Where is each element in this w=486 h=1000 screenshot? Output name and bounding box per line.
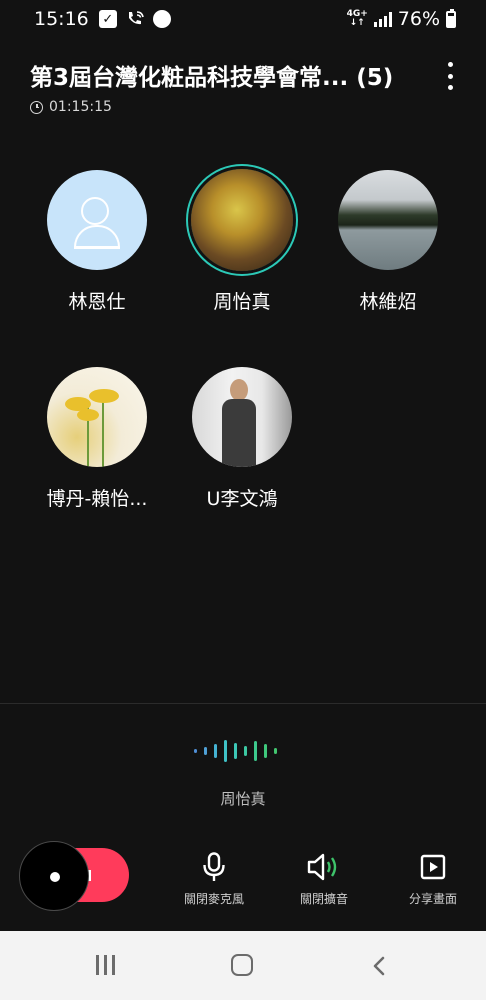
participant-tile[interactable]: U李文鴻	[177, 367, 307, 511]
participant-name: U李文鴻	[206, 488, 278, 510]
participant-avatar	[191, 169, 293, 271]
share-screen-icon	[420, 854, 446, 880]
back-icon[interactable]	[372, 956, 386, 976]
participant-avatar	[192, 367, 292, 467]
voice-wave-icon	[194, 739, 294, 763]
default-person-icon	[47, 170, 147, 270]
more-options-icon[interactable]	[438, 62, 462, 90]
participant-avatar	[338, 170, 438, 270]
recent-apps-icon[interactable]	[96, 955, 115, 975]
call-duration: 01:15:15	[49, 99, 112, 115]
floating-assistive-button[interactable]	[19, 841, 89, 911]
wifi-call-icon	[128, 11, 144, 25]
battery-percent: 76%	[397, 8, 440, 30]
participant-tile[interactable]: 林維炤	[323, 170, 453, 314]
speakerphone-label: 關閉擴音	[299, 892, 348, 906]
participant-name: 博丹-賴怡...	[46, 488, 148, 510]
app-icon	[152, 10, 171, 28]
network-type: 4G+ ↓↑	[346, 9, 368, 28]
participant-name: 林恩仕	[68, 291, 126, 313]
home-icon[interactable]	[231, 954, 253, 976]
signal-icon	[373, 11, 392, 27]
participant-tile[interactable]: 林恩仕	[32, 170, 162, 314]
divider	[0, 703, 486, 704]
microphone-icon	[203, 852, 225, 881]
participant-name: 周怡真	[213, 291, 271, 313]
call-timer: 01:15:15	[30, 99, 112, 115]
share-screen-label: 分享畫面	[408, 892, 457, 906]
participant-tile-speaking[interactable]: 周怡真	[177, 169, 307, 314]
checkbox-icon: ✓	[98, 10, 117, 28]
mute-mic-button[interactable]: 關閉麥克風	[169, 852, 259, 907]
group-title: 第3屆台灣化粧品科技學會常... (5)	[30, 65, 394, 91]
status-time: 15:16	[34, 8, 89, 30]
clock-icon	[30, 100, 43, 114]
battery-icon	[446, 8, 456, 28]
active-speaker-name: 周怡真	[220, 790, 266, 808]
participant-avatar	[47, 367, 147, 467]
share-screen-button[interactable]: 分享畫面	[388, 852, 478, 907]
participant-name: 林維炤	[359, 291, 417, 313]
speakerphone-button[interactable]: 關閉擴音	[279, 852, 369, 907]
status-bar: 15:16 ✓ 4G+ ↓↑ 76%	[0, 0, 486, 38]
speaker-icon	[307, 853, 337, 881]
call-header: 第3屆台灣化粧品科技學會常... (5)	[30, 58, 460, 92]
participant-tile[interactable]: 博丹-賴怡...	[32, 367, 162, 511]
mute-mic-label: 關閉麥克風	[183, 892, 244, 906]
